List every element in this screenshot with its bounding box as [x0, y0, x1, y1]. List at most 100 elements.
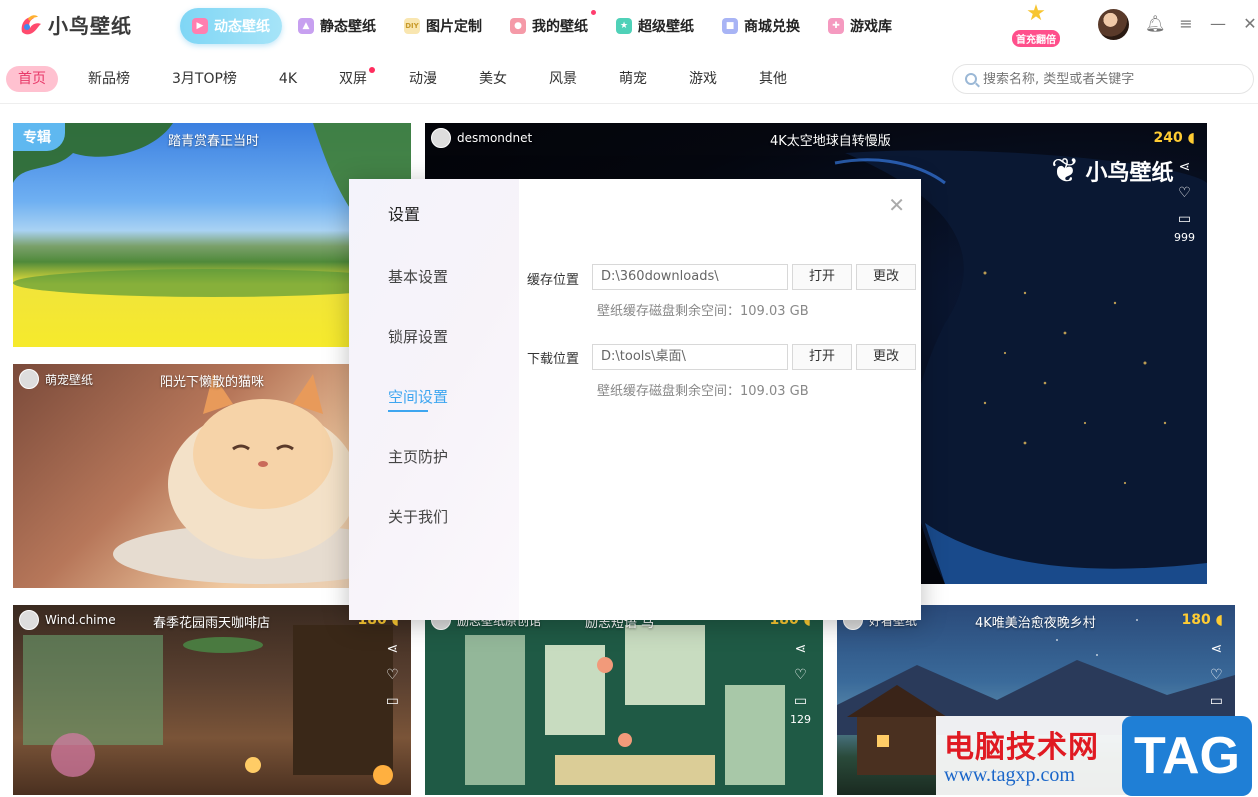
cafe-image: [23, 625, 393, 785]
share-icon[interactable]: ⋖: [1179, 159, 1191, 175]
category-dual-screen[interactable]: 双屏: [327, 66, 379, 92]
card-actions: ⋖ ♡ ▭: [386, 641, 399, 709]
watermark-site-name: 电脑技术网: [944, 730, 1099, 765]
user-avatar[interactable]: [1098, 9, 1129, 40]
heart-icon[interactable]: ♡: [794, 667, 807, 683]
nav-dynamic-wallpaper[interactable]: ▶ 动态壁纸: [180, 8, 282, 44]
brand-watermark: ❦ 小鸟壁纸: [1051, 151, 1174, 191]
card-author: Wind.chime: [19, 610, 116, 630]
author-avatar: [19, 369, 39, 389]
heart-icon[interactable]: ♡: [386, 667, 399, 683]
heart-icon[interactable]: ♡: [1178, 185, 1191, 201]
cache-free-space: 壁纸缓存磁盘剩余空间：109.03 GB: [597, 304, 809, 319]
main-nav: ▶ 动态壁纸 ▲ 静态壁纸 DIY 图片定制 ● 我的壁纸 ★ 超级壁纸 ■ 商…: [180, 8, 904, 44]
bird-logo-icon: [21, 14, 41, 34]
heart-icon[interactable]: ♡: [1210, 667, 1223, 683]
menu-icon[interactable]: ≡: [1177, 14, 1195, 33]
dialog-title: 设置: [388, 205, 421, 224]
close-icon[interactable]: ✕: [888, 195, 905, 215]
category-scenery[interactable]: 风景: [537, 66, 589, 92]
comment-count: 129: [790, 713, 811, 726]
card-title: 阳光下懒散的猫咪: [160, 375, 265, 390]
notification-dot: [369, 67, 376, 73]
user-icon: ●: [510, 18, 526, 34]
card-actions: ⋖ ♡ ▭ 999: [1174, 159, 1195, 244]
card-author: 萌宠壁纸: [19, 369, 93, 389]
first-charge-promo[interactable]: ★ 首充翻倍: [1005, 0, 1067, 54]
comment-icon[interactable]: ▭: [1210, 693, 1223, 709]
menu-lockscreen-settings[interactable]: 锁屏设置: [388, 326, 448, 347]
bell-icon[interactable]: 🔔︎: [1145, 14, 1165, 33]
category-list: 首页 新品榜 3月TOP榜 4K 双屏 动漫 美女 风景 萌宠 游戏 其他: [6, 66, 817, 92]
menu-space-settings[interactable]: 空间设置: [388, 386, 448, 407]
category-home[interactable]: 首页: [6, 66, 58, 92]
cache-change-button[interactable]: 更改: [856, 264, 916, 290]
category-other[interactable]: 其他: [747, 66, 799, 92]
download-open-button[interactable]: 打开: [792, 344, 852, 370]
comment-icon[interactable]: ▭: [794, 693, 807, 709]
menu-homepage-protection[interactable]: 主页防护: [388, 446, 448, 467]
share-icon[interactable]: ⋖: [1211, 641, 1223, 657]
site-watermark: 电脑技术网 www.tagxp.com TAG: [936, 716, 1256, 796]
cache-path-field[interactable]: D:\360downloads\: [592, 264, 788, 290]
category-anime[interactable]: 动漫: [397, 66, 449, 92]
menu-basic-settings[interactable]: 基本设置: [388, 266, 448, 287]
minimize-icon[interactable]: —: [1209, 14, 1227, 33]
category-bar: 首页 新品榜 3月TOP榜 4K 双屏 动漫 美女 风景 萌宠 游戏 其他: [0, 54, 1258, 104]
window-controls: 🔔︎ ≡ — ✕: [1145, 14, 1258, 33]
category-4k[interactable]: 4K: [267, 66, 309, 92]
card-title: 4K唯美治愈夜晚乡村: [975, 616, 1096, 631]
coin-icon: ◖: [1187, 130, 1195, 146]
active-indicator: [388, 410, 428, 412]
settings-dialog: 设置 基本设置 锁屏设置 空间设置 主页防护 关于我们 ✕ 缓存位置 D:\36…: [349, 179, 921, 620]
menu-about-us[interactable]: 关于我们: [388, 506, 448, 527]
search-icon: [965, 73, 977, 85]
comment-icon[interactable]: ▭: [386, 693, 399, 709]
album-badge: 专辑: [13, 123, 65, 151]
comment-count: 999: [1174, 231, 1195, 244]
watermark-tag-logo: TAG: [1122, 716, 1252, 796]
app-logo[interactable]: 小鸟壁纸: [18, 10, 132, 39]
download-location-label: 下载位置: [527, 352, 580, 367]
author-avatar: [431, 128, 451, 148]
app-name: 小鸟壁纸: [48, 14, 132, 38]
download-path-field[interactable]: D:\tools\桌面\: [592, 344, 788, 370]
nav-my-wallpaper[interactable]: ● 我的壁纸: [498, 8, 600, 44]
search-box[interactable]: [952, 64, 1254, 94]
nav-static-wallpaper[interactable]: ▲ 静态壁纸: [286, 8, 388, 44]
motivation-image: [465, 625, 785, 785]
category-pets[interactable]: 萌宠: [607, 66, 659, 92]
category-beauty[interactable]: 美女: [467, 66, 519, 92]
nav-game-library[interactable]: ✚ 游戏库: [816, 8, 904, 44]
diy-icon: DIY: [404, 18, 420, 34]
card-author: desmondnet: [431, 128, 532, 148]
bird-logo-icon: ❦: [1051, 151, 1080, 191]
cache-location-label: 缓存位置: [527, 273, 580, 288]
download-change-button[interactable]: 更改: [856, 344, 916, 370]
nav-store-exchange[interactable]: ■ 商城兑换: [710, 8, 812, 44]
card-actions: ⋖ ♡ ▭: [1210, 641, 1223, 709]
star-icon: ★: [616, 18, 632, 34]
comment-icon[interactable]: ▭: [1178, 211, 1191, 227]
wallpaper-card-cafe[interactable]: Wind.chime 春季花园雨天咖啡店 180 ◖ ⋖ ♡ ▭: [13, 605, 411, 795]
wallpaper-card-motivation[interactable]: 励志壁纸原创馆 励志短语 马 180 ◖ ⋖ ♡ ▭ 129: [425, 605, 823, 795]
cache-open-button[interactable]: 打开: [792, 264, 852, 290]
category-games[interactable]: 游戏: [677, 66, 729, 92]
coin-icon: ◖: [1215, 612, 1223, 628]
share-icon[interactable]: ⋖: [795, 641, 807, 657]
promo-label: 首充翻倍: [1012, 30, 1060, 47]
image-icon: ▲: [298, 18, 314, 34]
gamepad-icon: ✚: [828, 18, 844, 34]
watermark-url: www.tagxp.com: [944, 764, 1075, 786]
nav-image-custom[interactable]: DIY 图片定制: [392, 8, 494, 44]
category-new[interactable]: 新品榜: [76, 66, 142, 92]
search-input[interactable]: [983, 71, 1243, 87]
card-title: 4K太空地球自转慢版: [770, 134, 891, 149]
star-wand-icon: ★: [1026, 1, 1046, 26]
nav-super-wallpaper[interactable]: ★ 超级壁纸: [604, 8, 706, 44]
share-icon[interactable]: ⋖: [387, 641, 399, 657]
category-march-top[interactable]: 3月TOP榜: [160, 66, 249, 92]
download-free-space: 壁纸缓存磁盘剩余空间：109.03 GB: [597, 384, 809, 399]
play-icon: ▶: [192, 18, 208, 34]
close-window-icon[interactable]: ✕: [1241, 14, 1258, 33]
